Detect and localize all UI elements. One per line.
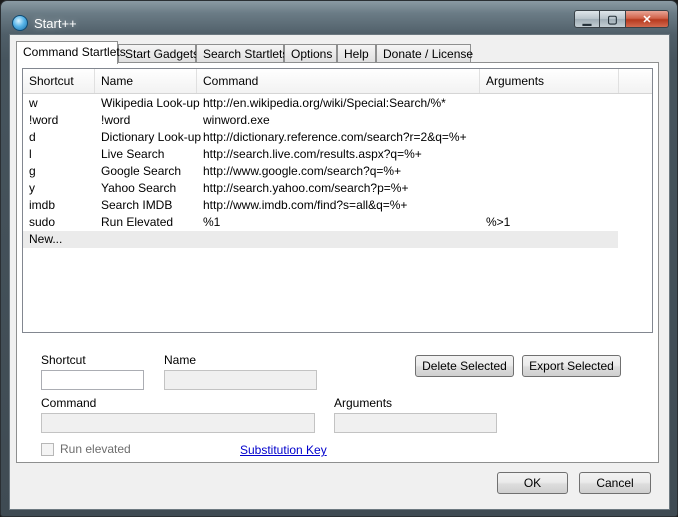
table-row[interactable]: l Live Search http://search.live.com/res…: [23, 146, 618, 163]
cell-command: http://search.live.com/results.aspx?q=%+: [203, 147, 422, 161]
maximize-icon: ▢: [607, 13, 618, 26]
run-elevated-checkbox[interactable]: [41, 443, 54, 456]
app-globe-icon: [12, 15, 28, 31]
cell-name: Wikipedia Look-up: [101, 96, 200, 110]
name-input[interactable]: [164, 370, 317, 390]
name-label: Name: [164, 353, 197, 367]
cell-name: Yahoo Search: [101, 181, 177, 195]
minimize-icon: ▁: [582, 13, 592, 26]
cell-arguments: [480, 112, 486, 129]
cell-arguments: [480, 95, 486, 112]
run-elevated-label: Run elevated: [60, 442, 131, 456]
command-startlets-panel: Shortcut Name Command Arguments w Wikipe…: [16, 62, 659, 463]
table-row[interactable]: sudo Run Elevated %1 %>1: [23, 214, 618, 231]
cell-shortcut: imdb: [29, 198, 56, 212]
cell-command: http://dictionary.reference.com/search?r…: [203, 130, 467, 144]
cell-shortcut: !word: [29, 113, 59, 127]
tab-search-startlets[interactable]: Search Startlets: [196, 44, 288, 63]
table-row[interactable]: d Dictionary Look-up http://dictionary.r…: [23, 129, 618, 146]
column-header-name[interactable]: Name: [95, 69, 197, 93]
table-row[interactable]: y Yahoo Search http://search.yahoo.com/s…: [23, 180, 618, 197]
tab-donate-license[interactable]: Donate / License: [376, 44, 473, 63]
cell-command: http://www.imdb.com/find?s=all&q=%+: [203, 198, 408, 212]
command-input[interactable]: [41, 413, 315, 433]
new-item-label: New...: [29, 232, 63, 246]
cell-shortcut: sudo: [29, 215, 56, 229]
cell-command: http://search.yahoo.com/search?p=%+: [203, 181, 409, 195]
cancel-button[interactable]: Cancel: [579, 472, 651, 494]
tab-command-startlets[interactable]: Command Startlets: [16, 41, 126, 64]
tab-help[interactable]: Help: [337, 44, 376, 63]
cell-command: http://en.wikipedia.org/wiki/Special:Sea…: [203, 96, 446, 110]
table-row[interactable]: !word !word winword.exe: [23, 112, 618, 129]
cell-command: http://www.google.com/search?q=%+: [203, 164, 402, 178]
cell-shortcut: y: [29, 181, 35, 195]
close-icon: ✕: [642, 13, 652, 26]
cell-name: Dictionary Look-up: [101, 130, 202, 144]
column-header-shortcut[interactable]: Shortcut: [23, 69, 95, 93]
substitution-key-link[interactable]: Substitution Key: [240, 443, 327, 457]
cell-arguments: [480, 129, 486, 146]
cell-command: winword.exe: [203, 113, 270, 127]
command-label: Command: [41, 396, 97, 410]
dialog-client-area: Command Startlets Start Gadgets Search S…: [9, 34, 670, 510]
close-button[interactable]: ✕: [626, 10, 669, 28]
cell-command: %1: [203, 215, 221, 229]
startlets-listview[interactable]: Shortcut Name Command Arguments w Wikipe…: [22, 68, 653, 333]
table-row[interactable]: w Wikipedia Look-up http://en.wikipedia.…: [23, 95, 618, 112]
cell-name: Search IMDB: [101, 198, 173, 212]
cell-arguments: [480, 180, 486, 197]
arguments-input[interactable]: [334, 413, 497, 433]
tab-start-gadgets[interactable]: Start Gadgets: [118, 44, 199, 63]
column-header-command[interactable]: Command: [197, 69, 480, 93]
minimize-button[interactable]: ▁: [574, 10, 600, 28]
new-item-row[interactable]: New...: [23, 231, 618, 248]
window-title: Start++: [34, 16, 77, 31]
shortcut-label: Shortcut: [41, 353, 86, 367]
cell-arguments: [480, 197, 486, 214]
title-bar[interactable]: Start++ ▁ ▢ ✕: [1, 1, 677, 35]
cell-shortcut: d: [29, 130, 36, 144]
cell-shortcut: g: [29, 164, 36, 178]
cell-name: !word: [101, 113, 131, 127]
column-header-arguments[interactable]: Arguments: [480, 69, 619, 93]
cell-arguments: [480, 146, 486, 163]
cell-arguments: [480, 163, 486, 180]
export-selected-button[interactable]: Export Selected: [522, 355, 621, 377]
cell-name: Run Elevated: [101, 215, 174, 229]
cell-name: Google Search: [101, 164, 182, 178]
table-row[interactable]: g Google Search http://www.google.com/se…: [23, 163, 618, 180]
cell-name: Live Search: [101, 147, 165, 161]
tab-options[interactable]: Options: [284, 44, 337, 63]
dialog-button-bar: OK Cancel: [10, 463, 669, 509]
arguments-label: Arguments: [334, 396, 393, 410]
cell-shortcut: w: [29, 96, 38, 110]
app-window: Start++ ▁ ▢ ✕ Command Startlets Start Ga…: [0, 0, 678, 517]
cell-arguments: %>1: [486, 215, 511, 229]
delete-selected-button[interactable]: Delete Selected: [415, 355, 514, 377]
cell-shortcut: l: [29, 147, 32, 161]
shortcut-input[interactable]: [41, 370, 144, 390]
ok-button[interactable]: OK: [497, 472, 568, 494]
listview-header: Shortcut Name Command Arguments: [23, 69, 652, 94]
caption-buttons: ▁ ▢ ✕: [574, 10, 669, 28]
table-row[interactable]: imdb Search IMDB http://www.imdb.com/fin…: [23, 197, 618, 214]
maximize-button[interactable]: ▢: [600, 10, 626, 28]
